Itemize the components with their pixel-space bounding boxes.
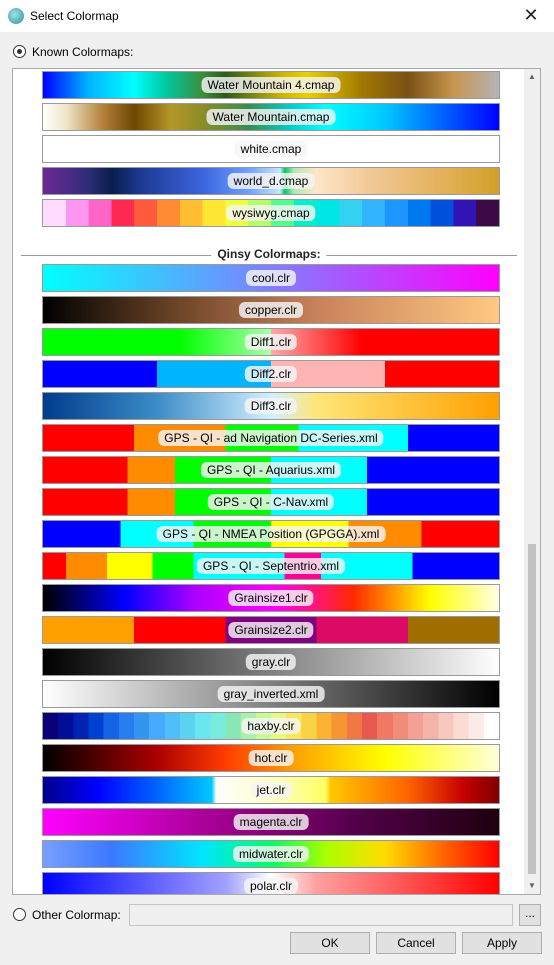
- colormap-item[interactable]: Grainsize1.clr: [42, 584, 500, 612]
- colormap-label: gray.clr: [245, 654, 297, 670]
- close-button[interactable]: ✕: [508, 0, 554, 32]
- colormap-label: wysiwyg.cmap: [226, 205, 316, 221]
- known-colormaps-label: Known Colormaps:: [32, 45, 134, 59]
- other-colormap-label: Other Colormap:: [32, 908, 121, 922]
- colormap-item[interactable]: cool.clr: [42, 264, 500, 292]
- colormap-label: world_d.cmap: [227, 173, 315, 189]
- scrollbar-thumb[interactable]: [528, 544, 536, 874]
- colormap-item[interactable]: haxby.clr: [42, 712, 500, 740]
- colormap-item[interactable]: GPS - QI - C-Nav.xml: [42, 488, 500, 516]
- colormap-label: Diff3.clr: [244, 398, 298, 414]
- colormap-label: copper.clr: [238, 302, 304, 318]
- colormap-label: hot.clr: [248, 750, 294, 766]
- colormap-label: jet.clr: [250, 782, 292, 798]
- colormap-item[interactable]: polar.clr: [42, 872, 500, 894]
- colormap-item[interactable]: white.cmap: [42, 135, 500, 163]
- colormap-item[interactable]: jet.clr: [42, 776, 500, 804]
- ok-button[interactable]: OK: [290, 932, 370, 954]
- colormap-item[interactable]: hot.clr: [42, 744, 500, 772]
- colormap-item[interactable]: magenta.clr: [42, 808, 500, 836]
- colormap-item[interactable]: copper.clr: [42, 296, 500, 324]
- colormap-item[interactable]: GPS - QI - Aquarius.xml: [42, 456, 500, 484]
- title-bar: Select Colormap ✕: [0, 0, 554, 32]
- colormap-item[interactable]: Diff1.clr: [42, 328, 500, 356]
- colormap-item[interactable]: Diff3.clr: [42, 392, 500, 420]
- colormap-label: GPS - QI - ad Navigation DC-Series.xml: [158, 430, 384, 446]
- vertical-scrollbar[interactable]: ▲ ▼: [524, 69, 540, 894]
- colormap-item[interactable]: Water Mountain 4.cmap: [42, 71, 500, 99]
- window-title: Select Colormap: [30, 9, 119, 23]
- colormap-item[interactable]: Grainsize2.clr: [42, 616, 500, 644]
- colormap-label: GPS - QI - C-Nav.xml: [207, 494, 335, 510]
- other-colormap-radio[interactable]: [13, 908, 26, 921]
- colormap-item[interactable]: GPS - QI - ad Navigation DC-Series.xml: [42, 424, 500, 452]
- qinsy-section-label: Qinsy Colormaps:: [211, 247, 327, 261]
- colormap-label: polar.clr: [243, 878, 299, 894]
- apply-button[interactable]: Apply: [462, 932, 542, 954]
- colormap-item[interactable]: gray.clr: [42, 648, 500, 676]
- colormap-label: GPS - QI - Aquarius.xml: [200, 462, 342, 478]
- colormap-label: gray_inverted.xml: [217, 686, 325, 702]
- browse-button[interactable]: ...: [519, 904, 541, 926]
- colormap-label: midwater.clr: [232, 846, 310, 862]
- colormap-label: Diff1.clr: [244, 334, 298, 350]
- known-colormaps-radio[interactable]: [13, 45, 26, 58]
- colormap-label: Grainsize2.clr: [228, 622, 314, 638]
- scroll-down-arrow-icon[interactable]: ▼: [524, 878, 540, 894]
- colormap-label: GPS - QI - NMEA Position (GPGGA).xml: [156, 526, 386, 542]
- scroll-up-arrow-icon[interactable]: ▲: [524, 69, 540, 85]
- colormap-label: GPS - QI - Septentrio.xml: [196, 558, 346, 574]
- colormap-item[interactable]: midwater.clr: [42, 840, 500, 868]
- colormap-label: haxby.clr: [241, 718, 301, 734]
- colormap-item[interactable]: gray_inverted.xml: [42, 680, 500, 708]
- qinsy-section-header: Qinsy Colormaps:: [21, 247, 517, 263]
- app-icon: [8, 8, 24, 24]
- colormap-label: magenta.clr: [233, 814, 309, 830]
- colormap-label: Diff2.clr: [244, 366, 298, 382]
- colormap-label: cool.clr: [245, 270, 297, 286]
- colormap-item[interactable]: GPS - QI - Septentrio.xml: [42, 552, 500, 580]
- colormap-item[interactable]: GPS - QI - NMEA Position (GPGGA).xml: [42, 520, 500, 548]
- colormap-item[interactable]: world_d.cmap: [42, 167, 500, 195]
- colormap-item[interactable]: Water Mountain.cmap: [42, 103, 500, 131]
- colormap-label: Grainsize1.clr: [228, 590, 314, 606]
- colormap-label: white.cmap: [234, 141, 308, 157]
- colormap-label: Water Mountain.cmap: [206, 109, 336, 125]
- colormap-list[interactable]: Qinsy Colormaps: Water Mountain 4.cmap Wa…: [12, 68, 541, 895]
- colormap-item[interactable]: wysiwyg.cmap: [42, 199, 500, 227]
- colormap-item[interactable]: Diff2.clr: [42, 360, 500, 388]
- colormap-label: Water Mountain 4.cmap: [201, 77, 341, 93]
- cancel-button[interactable]: Cancel: [376, 932, 456, 954]
- other-colormap-input[interactable]: [129, 904, 513, 926]
